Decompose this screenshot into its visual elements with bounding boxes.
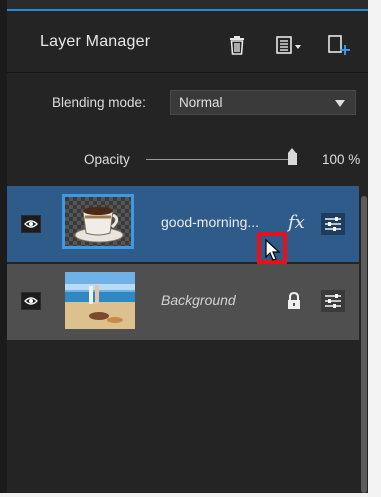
blending-mode-value: Normal xyxy=(179,95,223,110)
window-frame-right xyxy=(368,0,381,497)
opacity-slider-track[interactable] xyxy=(146,159,294,160)
coffee-cup-thumbnail xyxy=(62,194,134,249)
window-frame-bottom xyxy=(0,493,381,497)
sliders-icon[interactable] xyxy=(321,290,345,312)
trash-icon[interactable] xyxy=(225,33,249,57)
eye-icon[interactable] xyxy=(21,215,41,233)
blending-mode-label: Blending mode: xyxy=(52,95,146,110)
beach-photo-thumbnail xyxy=(65,272,135,329)
opacity-slider-thumb[interactable] xyxy=(288,148,297,165)
cursor-highlight-box xyxy=(257,232,287,264)
lock-icon[interactable] xyxy=(286,291,302,311)
opacity-label: Opacity xyxy=(84,152,130,167)
effects-button[interactable]: fx xyxy=(288,212,305,233)
layer-list-scrollbar-thumb[interactable] xyxy=(361,196,367,493)
chevron-down-icon xyxy=(335,100,345,107)
header-divider xyxy=(7,72,368,73)
panel-title: Layer Manager xyxy=(40,33,151,50)
layer-menu-icon[interactable] xyxy=(274,33,304,57)
mouse-pointer-icon xyxy=(265,238,281,261)
window-frame-left xyxy=(0,0,7,497)
layer-row-good-morning[interactable]: good-morning... fx xyxy=(7,186,359,262)
blending-mode-select[interactable]: Normal xyxy=(170,90,356,115)
layer-name[interactable]: Background xyxy=(161,292,236,308)
layer-name[interactable]: good-morning... xyxy=(161,214,259,230)
new-layer-icon[interactable] xyxy=(327,33,351,57)
layer-row-background[interactable]: Background xyxy=(7,264,359,340)
sliders-icon[interactable] xyxy=(321,213,345,235)
opacity-value: 100 % xyxy=(322,152,361,167)
eye-icon[interactable] xyxy=(21,292,41,310)
